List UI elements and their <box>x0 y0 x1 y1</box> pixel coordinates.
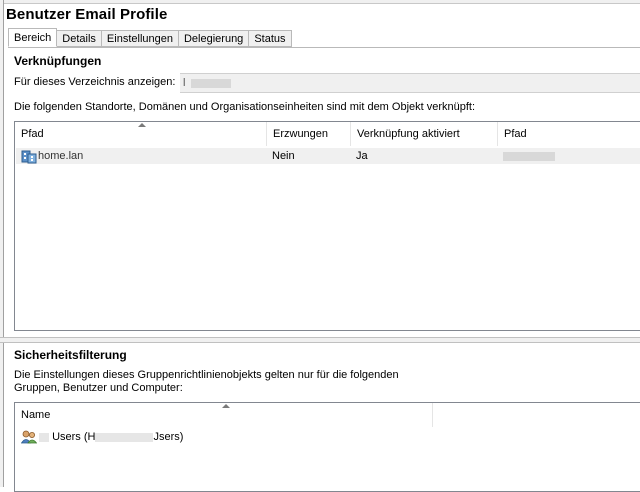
security-row[interactable]: Users (H Jsers) <box>39 429 183 445</box>
tab-details[interactable]: Details <box>57 30 102 47</box>
domain-icon <box>21 150 37 164</box>
redacted-text <box>503 151 555 161</box>
directory-dropdown[interactable]: l <box>180 73 640 93</box>
pane-splitter[interactable] <box>0 337 640 343</box>
security-row-name-end: Jsers) <box>153 431 184 443</box>
security-row-name: Users (H <box>52 431 96 443</box>
window-left-edge <box>0 0 4 487</box>
redacted-text <box>95 432 154 442</box>
redacted-text <box>39 432 49 442</box>
row-enforced: Nein <box>272 150 295 162</box>
column-divider[interactable] <box>432 403 433 427</box>
security-description-line1: Die Einstellungen dieses Gruppenrichtlin… <box>14 369 399 381</box>
redacted-text <box>190 78 231 88</box>
tab-bereich[interactable]: Bereich <box>8 28 58 47</box>
row-path-2 <box>503 148 555 164</box>
column-header-name[interactable]: Name <box>15 403 433 427</box>
security-list[interactable]: Name Users (H Jsers) <box>14 402 640 492</box>
column-header-pfad[interactable]: Pfad <box>15 122 267 146</box>
directory-label: Für dieses Verzeichnis anzeigen: <box>14 76 176 88</box>
links-section-title: Verknüpfungen <box>14 54 102 68</box>
row-path: home.lan <box>38 150 84 162</box>
window-top-edge <box>0 0 640 4</box>
users-group-icon <box>21 430 37 444</box>
tab-einstellungen[interactable]: Einstellungen <box>101 30 179 47</box>
links-description: Die folgenden Standorte, Domänen und Org… <box>14 101 476 113</box>
security-section-title: Sicherheitsfilterung <box>14 348 127 362</box>
links-list[interactable]: Pfad Erzwungen Verknüpfung aktiviert Pfa… <box>14 121 640 331</box>
column-header-verknuepfung-aktiviert[interactable]: Verknüpfung aktiviert <box>351 122 499 146</box>
window-title: Benutzer Email Profile <box>6 6 168 23</box>
tab-strip: Bereich Details Einstellungen Delegierun… <box>8 28 292 47</box>
tab-baseline <box>8 47 640 48</box>
column-header-erzwungen[interactable]: Erzwungen <box>267 122 351 146</box>
directory-value: l <box>183 77 186 89</box>
row-link-enabled: Ja <box>356 150 368 162</box>
security-description-line2: Gruppen, Benutzer und Computer: <box>14 382 183 394</box>
tab-delegierung[interactable]: Delegierung <box>178 30 250 47</box>
tab-status[interactable]: Status <box>249 30 292 47</box>
column-header-pfad-2[interactable]: Pfad <box>498 122 640 146</box>
